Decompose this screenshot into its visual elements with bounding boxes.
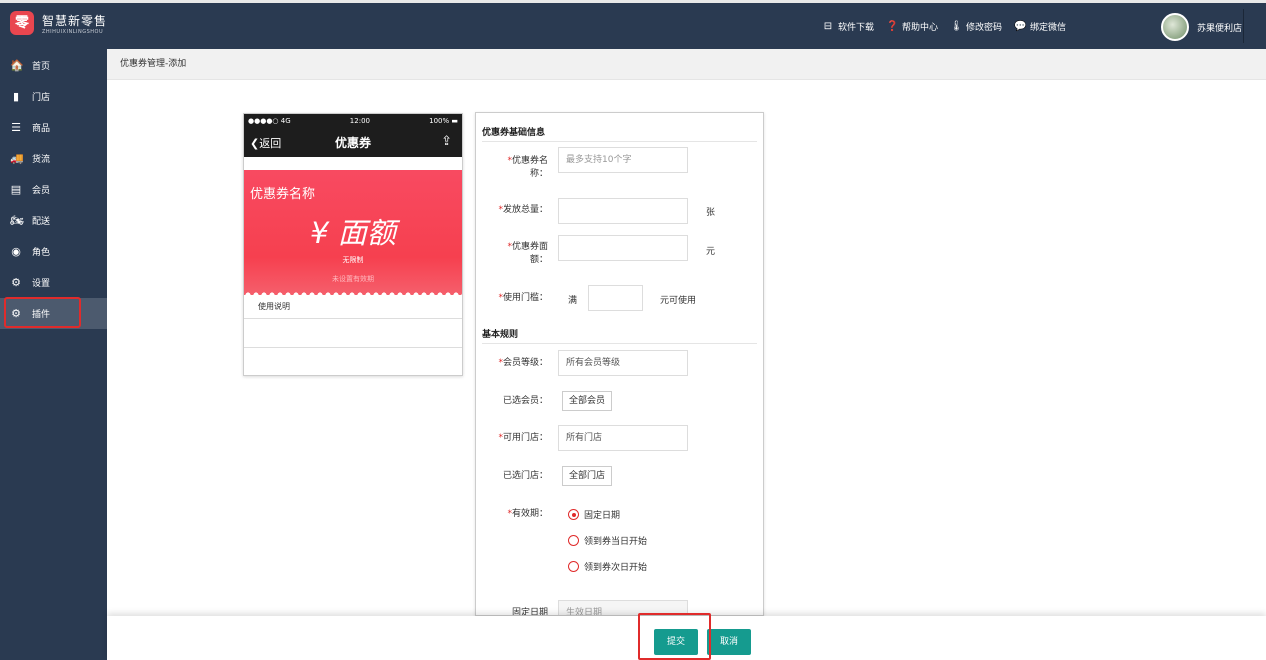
sidebar: 🏠 首页 ▮ 门店 ☰ 商品 🚚 货流 ▤ 会员 🏍 配送 ◉ 角色 ⚙ 设置 ⚙ 插件 (0, 49, 107, 660)
usage-instructions-label: 使用说明 (244, 295, 462, 319)
threshold-prefix: 满 (568, 296, 578, 306)
sidebar-item-goods[interactable]: ☰ 商品 (0, 112, 107, 143)
divider (482, 343, 757, 344)
gear-icon: ⚙ (11, 275, 21, 289)
software-download-link[interactable]: ⊟ 软件下载 (822, 20, 874, 34)
validity-radio-fixed-date[interactable]: 固定日期 (568, 508, 620, 521)
user-menu[interactable]: 苏果便利店 (1160, 13, 1242, 41)
coupon-value-input[interactable] (558, 235, 688, 261)
user-circle-icon: ◉ (11, 244, 21, 258)
section-title-rules: 基本规则 (482, 330, 519, 340)
phone-status-bar: ●●●●○ 4G 12:00 100% ▬ (244, 114, 462, 128)
home-icon: 🏠 (10, 58, 24, 72)
all-members-chip[interactable]: 全部会员 (562, 391, 613, 411)
total-quantity-label: *发放总量： (498, 205, 548, 215)
coupon-limit-preview: 无限制 (342, 256, 364, 264)
sidebar-item-role[interactable]: ◉ 角色 (0, 236, 107, 267)
wechat-icon: 💬 (1013, 20, 1027, 32)
sidebar-item-delivery[interactable]: 🏍 配送 (0, 205, 107, 236)
sidebar-item-plugin[interactable]: ⚙ 插件 (0, 298, 107, 329)
logo-mark: 零 (10, 11, 34, 35)
phone-header: ❮返回 优惠券 ⇪ (244, 128, 462, 157)
thermometer-icon: 🌡 (949, 20, 963, 32)
sidebar-item-settings[interactable]: ⚙ 设置 (0, 267, 107, 298)
sidebar-item-home[interactable]: 🏠 首页 (0, 50, 107, 81)
coupon-name-label: *优惠券名 称： (507, 156, 548, 179)
top-nav: ⊟ 软件下载 ❓ 帮助中心 🌡 修改密码 💬 绑定微信 (822, 20, 1066, 34)
total-quantity-input[interactable] (558, 198, 688, 224)
validity-label: *有效期： (507, 509, 548, 519)
coupon-amount-preview: ¥ 面额 (310, 216, 396, 250)
selected-stores-label: 已选门店： (502, 471, 548, 481)
radio-unchecked-icon (568, 535, 579, 546)
available-stores-select[interactable]: 所有门店 (558, 425, 688, 451)
value-unit: 元 (706, 247, 716, 257)
breadcrumb: 优惠券管理-添加 (107, 49, 1266, 80)
radio-unchecked-icon (568, 561, 579, 572)
coupon-form: 优惠券基础信息 *优惠券名 称： 最多支持10个字 *发放总量： 张 *优惠券面额… (475, 112, 764, 616)
threshold-suffix: 元可使用 (660, 296, 697, 306)
top-bar: 零 智慧新零售 ZHIHUIXINLINGSHOU ⊟ 软件下载 ❓ 帮助中心 … (0, 0, 1266, 49)
sidebar-item-store[interactable]: ▮ 门店 (0, 81, 107, 112)
section-title-basic: 优惠券基础信息 (482, 128, 546, 138)
avatar (1160, 13, 1189, 41)
available-stores-label: *可用门店： (498, 433, 548, 443)
coupon-name-preview: 优惠券名称 (250, 187, 316, 202)
logo-subtitle: ZHIHUIXINLINGSHOU (42, 28, 104, 35)
member-level-select[interactable]: 所有会员等级 (558, 350, 688, 376)
coupon-card: 优惠券名称 ¥ 面额 无限制 未设置有效期 (244, 170, 462, 298)
coupon-value-label: *优惠券面 额： (507, 242, 548, 265)
store-icon: ▮ (12, 89, 20, 103)
divider (482, 141, 757, 142)
all-stores-chip[interactable]: 全部门店 (562, 466, 613, 486)
change-password-link[interactable]: 🌡 修改密码 (949, 20, 1002, 34)
phone-empty-row (244, 348, 462, 375)
phone-empty-row (244, 319, 462, 348)
list-icon: ☰ (11, 120, 21, 134)
logo-title: 智慧新零售 (42, 13, 108, 28)
selected-members-label: 已选会员： (502, 396, 548, 406)
validity-radio-same-day[interactable]: 领到券当日开始 (568, 534, 647, 547)
help-center-link[interactable]: ❓ 帮助中心 (885, 20, 938, 34)
motorcycle-icon: 🏍 (10, 213, 24, 227)
phone-title: 优惠券 (334, 136, 371, 150)
plugin-gears-icon: ⚙ (11, 306, 21, 320)
user-name: 苏果便利店 (1196, 23, 1242, 34)
submit-button[interactable]: 提交 (654, 629, 698, 655)
fixed-date-label: 固定日期 (511, 608, 548, 616)
coupon-phone-preview: ●●●●○ 4G 12:00 100% ▬ ❮返回 优惠券 ⇪ 优惠券名称 ¥ … (243, 113, 463, 376)
radio-checked-icon (568, 509, 579, 520)
sidebar-item-member[interactable]: ▤ 会员 (0, 174, 107, 205)
logo[interactable]: 零 智慧新零售 ZHIHUIXINLINGSHOU (10, 11, 107, 35)
download-icon: ⊟ (823, 20, 833, 32)
validity-radio-next-day[interactable]: 领到券次日开始 (568, 560, 647, 573)
bind-wechat-link[interactable]: 💬 绑定微信 (1013, 20, 1066, 34)
cancel-button[interactable]: 取消 (707, 629, 751, 655)
sidebar-item-logistics[interactable]: 🚚 货流 (0, 143, 107, 174)
effective-date-input[interactable]: 生效日期 (558, 600, 688, 615)
coupon-name-input[interactable]: 最多支持10个字 (558, 147, 688, 173)
coupon-expire-preview: 未设置有效期 (332, 275, 374, 283)
battery-icon: ▬ (451, 117, 458, 125)
share-icon: ⇪ (441, 134, 452, 149)
threshold-input[interactable] (588, 285, 643, 311)
threshold-label: *使用门槛： (498, 293, 548, 303)
divider (1243, 9, 1244, 43)
truck-icon: 🚚 (10, 151, 24, 165)
member-level-label: *会员等级： (498, 358, 548, 368)
help-icon: ❓ (885, 20, 899, 32)
member-card-icon: ▤ (10, 182, 22, 196)
total-unit: 张 (706, 208, 716, 218)
